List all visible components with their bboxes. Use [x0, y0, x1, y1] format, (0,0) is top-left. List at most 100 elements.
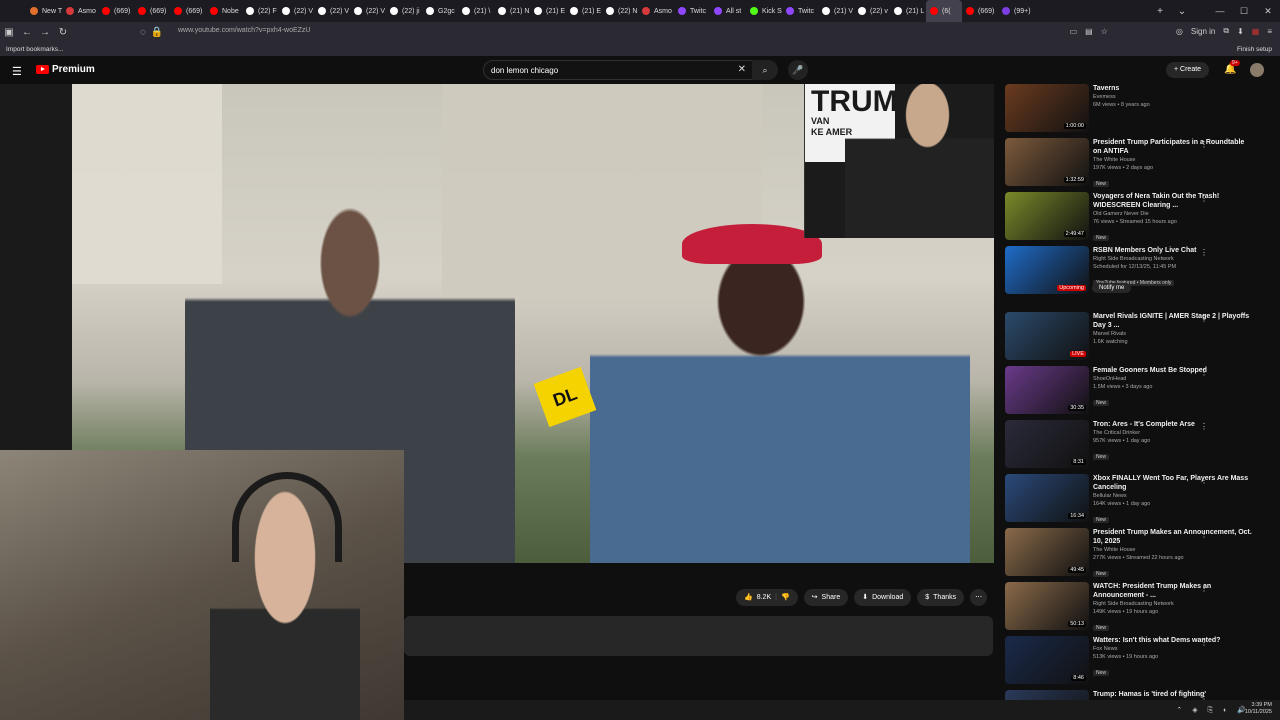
recommendation-thumbnail[interactable]: 16:34 [1005, 474, 1089, 522]
recommendation-thumbnail[interactable]: LIVE [1005, 312, 1089, 360]
recommendation-title[interactable]: Taverns [1093, 84, 1253, 93]
browser-tab[interactable]: (669) [170, 0, 206, 22]
recommendation-title[interactable]: President Trump Makes an Announcement, O… [1093, 528, 1253, 546]
more-options-icon[interactable]: ⋮ [1200, 314, 1208, 323]
recommendation-thumbnail[interactable]: 1:00:00 [1005, 84, 1089, 132]
notify-me-button[interactable]: Notify me [1092, 283, 1132, 293]
recommendation-item[interactable]: 1:32:59 President Trump Participates in a… [1004, 138, 1274, 188]
browser-tab[interactable]: All st [710, 0, 746, 22]
browser-tab[interactable]: Asmo [62, 0, 98, 22]
recommendation-item[interactable]: 8:31 Tron: Ares - It's Complete Arse The C… [1004, 420, 1274, 470]
browser-tab[interactable]: Twitc [782, 0, 818, 22]
browser-tab[interactable]: (22) V [278, 0, 314, 22]
browser-tab[interactable]: (21) N [494, 0, 530, 22]
forward-button[interactable]: → [36, 27, 54, 38]
browser-tab[interactable]: (22) F [242, 0, 278, 22]
more-options-icon[interactable]: ⋮ [1200, 638, 1208, 647]
share-button[interactable]: ↪ Share [803, 589, 849, 606]
channel-name[interactable]: Evemess [1093, 93, 1253, 101]
reader-icon[interactable]: ▤ [1085, 27, 1093, 36]
channel-name[interactable]: Right Side Broadcasting Network [1093, 255, 1253, 263]
address-bar[interactable]: www.youtube.com/watch?v=pxh4-woEZzU [178, 27, 310, 34]
channel-name[interactable]: The White House [1093, 156, 1253, 164]
channel-name[interactable]: The Critical Drinker [1093, 429, 1253, 437]
more-options-icon[interactable]: ⋮ [1200, 248, 1208, 257]
bookmark-star-icon[interactable]: ☆ [1101, 27, 1108, 36]
recommendation-title[interactable]: Watters: Isn't this what Dems wanted? [1093, 636, 1253, 645]
search-button[interactable]: ⌕ [752, 60, 778, 80]
channel-name[interactable]: Fox News [1093, 645, 1253, 653]
like-button[interactable]: 👍 8.2K | 👎 [736, 589, 798, 606]
browser-tab[interactable]: (21) E [566, 0, 602, 22]
browser-tab[interactable]: Nobe [206, 0, 242, 22]
tab-list-chevron-icon[interactable]: ⌄ [1172, 6, 1192, 17]
browser-tab[interactable]: (22) N [602, 0, 638, 22]
channel-name[interactable]: Right Side Broadcasting Network [1093, 600, 1253, 608]
finish-setup-link[interactable]: Finish setup [1237, 46, 1272, 53]
recommendation-thumbnail[interactable]: 8:31 [1005, 420, 1089, 468]
recommendation-title[interactable]: Marvel Rivals IGNITE | AMER Stage 2 | Pl… [1093, 312, 1253, 330]
browser-tab[interactable]: (22) V [314, 0, 350, 22]
channel-name[interactable]: ShoeOnHead [1093, 375, 1253, 383]
download-icon[interactable]: ⬇ [1237, 27, 1244, 36]
recommendation-title[interactable]: Trump: Hamas is 'tired of fighting' [1093, 690, 1253, 699]
close-window-button[interactable]: ✕ [1256, 0, 1280, 22]
channel-name[interactable]: The White House [1093, 546, 1253, 554]
account-icon[interactable]: ◎ [1176, 27, 1183, 36]
recommendation-title[interactable]: Female Gooners Must Be Stopped [1093, 366, 1253, 375]
create-button[interactable]: + Create [1166, 62, 1210, 78]
recommendation-thumbnail[interactable]: Upcoming [1005, 246, 1089, 294]
browser-tab[interactable]: Asmo [638, 0, 674, 22]
browser-tab[interactable]: G2gc [422, 0, 458, 22]
browser-tab[interactable]: (22) V [350, 0, 386, 22]
menu-icon[interactable]: ≡ [1267, 27, 1272, 36]
recommendation-item[interactable]: 49:45 President Trump Makes an Announceme… [1004, 528, 1274, 578]
sidebar-toggle-icon[interactable]: ▣ [0, 27, 18, 38]
recommendation-title[interactable]: RSBN Members Only Live Chat [1093, 246, 1253, 255]
avatar[interactable] [1250, 63, 1264, 77]
more-options-icon[interactable]: ⋮ [1200, 692, 1208, 700]
more-options-icon[interactable]: ⋮ [1200, 584, 1208, 593]
browser-tab[interactable]: Kick S [746, 0, 782, 22]
recommendation-thumbnail[interactable]: 50:13 [1005, 582, 1089, 630]
recommendation-thumbnail[interactable]: 2:49:47 [1005, 192, 1089, 240]
recommendation-item[interactable]: 1:00:00 Taverns Evemess 6M views • 8 years … [1004, 84, 1274, 134]
thanks-button[interactable]: $ Thanks [917, 589, 965, 606]
browser-tab[interactable]: (21) V [818, 0, 854, 22]
search-input[interactable]: don lemon chicago ✕ [483, 60, 753, 80]
recommendation-item[interactable]: 2:49:47 Voyagers of Nera Takin Out the Tr… [1004, 192, 1274, 242]
back-button[interactable]: ← [18, 27, 36, 38]
youtube-logo[interactable]: Premium [36, 64, 95, 75]
browser-tab[interactable]: (22) ji [386, 0, 422, 22]
voice-search-button[interactable]: 🎤 [788, 60, 808, 80]
page-action-icon[interactable]: ▭ [1070, 27, 1078, 36]
notifications-bell-icon[interactable]: 🔔 9+ [1224, 60, 1240, 75]
browser-tab[interactable]: New T [26, 0, 62, 22]
extension-logo-icon[interactable]: ▦ [1252, 27, 1260, 36]
recommendation-title[interactable]: President Trump Participates in a Roundt… [1093, 138, 1253, 156]
recommendation-thumbnail[interactable]: 49:45 [1005, 528, 1089, 576]
reload-button[interactable]: ↻ [54, 27, 72, 38]
recommendation-thumbnail[interactable]: 1:32:59 [1005, 138, 1089, 186]
lock-icon[interactable]: 🔒 [148, 27, 166, 38]
hamburger-menu-icon[interactable]: ☰ [12, 65, 22, 78]
recommendation-item[interactable]: LIVE Marvel Rivals IGNITE | AMER Stage 2 … [1004, 312, 1274, 362]
browser-tab[interactable]: (669) [134, 0, 170, 22]
more-options-icon[interactable]: ⋮ [1200, 140, 1208, 149]
system-tray-icons[interactable]: ⌃ ◈ ⎘ ◐ 🔊 [1176, 706, 1250, 715]
recommendation-item[interactable]: 8:46 Watters: Isn't this what Dems wanted… [1004, 636, 1274, 686]
taskbar-clock[interactable]: 3:39 PM 10/11/2025 [1245, 702, 1272, 716]
browser-tab[interactable]: (22) v [854, 0, 890, 22]
download-button[interactable]: ⬇ Download [854, 589, 912, 606]
browser-tab[interactable]: (6( [926, 0, 962, 22]
more-options-icon[interactable]: ⋮ [1200, 476, 1208, 485]
channel-name[interactable]: Bellular News [1093, 492, 1253, 500]
import-bookmarks-link[interactable]: Import bookmarks... [6, 46, 63, 53]
browser-tab[interactable]: (21) L [890, 0, 926, 22]
clear-search-icon[interactable]: ✕ [738, 64, 746, 75]
browser-tab[interactable]: (99+) [998, 0, 1034, 22]
recommendation-title[interactable]: Xbox FINALLY Went Too Far, Players Are M… [1093, 474, 1253, 492]
browser-tab[interactable]: (669) [98, 0, 134, 22]
more-options-icon[interactable]: ⋮ [1200, 530, 1208, 539]
recommendation-thumbnail[interactable]: 30:35 [1005, 366, 1089, 414]
